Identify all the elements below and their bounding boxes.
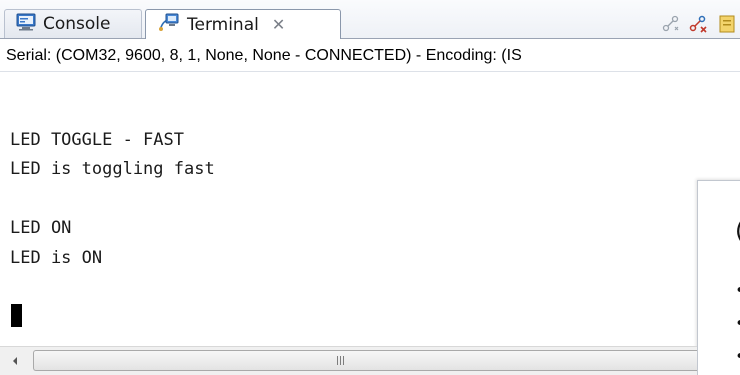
overlay-panel: ( • • • [697, 180, 740, 375]
tab-strip: Console Terminal ✕ [0, 0, 740, 39]
terminal-line: LED is ON [10, 248, 103, 268]
grip-icon [337, 356, 344, 365]
bullet-icon: • [735, 316, 740, 333]
terminal-icon [158, 12, 180, 37]
terminal-output[interactable]: LED TOGGLE - FAST LED is toggling fast L… [0, 72, 740, 345]
close-icon[interactable]: ✕ [272, 16, 285, 33]
terminal-line: LED TOGGLE - FAST [10, 130, 184, 150]
connect-icon[interactable] [661, 14, 681, 34]
console-icon [16, 13, 36, 36]
terminal-line: LED ON [10, 218, 72, 238]
tab-terminal[interactable]: Terminal ✕ [145, 9, 341, 39]
scrollbar-thumb[interactable] [33, 350, 697, 371]
tab-console[interactable]: Console [4, 9, 142, 38]
disconnect-icon[interactable] [688, 14, 708, 34]
bullet-icon: • [735, 283, 740, 300]
text-cursor [11, 304, 22, 327]
connection-status: Serial: (COM32, 9600, 8, 1, None, None -… [0, 39, 740, 72]
bullet-icon: • [735, 349, 740, 366]
terminal-view: Console Terminal ✕ Serial: (COM32, 9600,… [0, 0, 740, 375]
settings-icon[interactable] [716, 14, 738, 34]
tab-console-label: Console [43, 14, 111, 34]
scroll-left-icon[interactable] [2, 350, 28, 372]
tab-terminal-label: Terminal [187, 14, 259, 35]
terminal-line: LED is toggling fast [10, 159, 215, 179]
overlay-text: ( [735, 219, 740, 243]
horizontal-scrollbar[interactable] [0, 346, 697, 375]
